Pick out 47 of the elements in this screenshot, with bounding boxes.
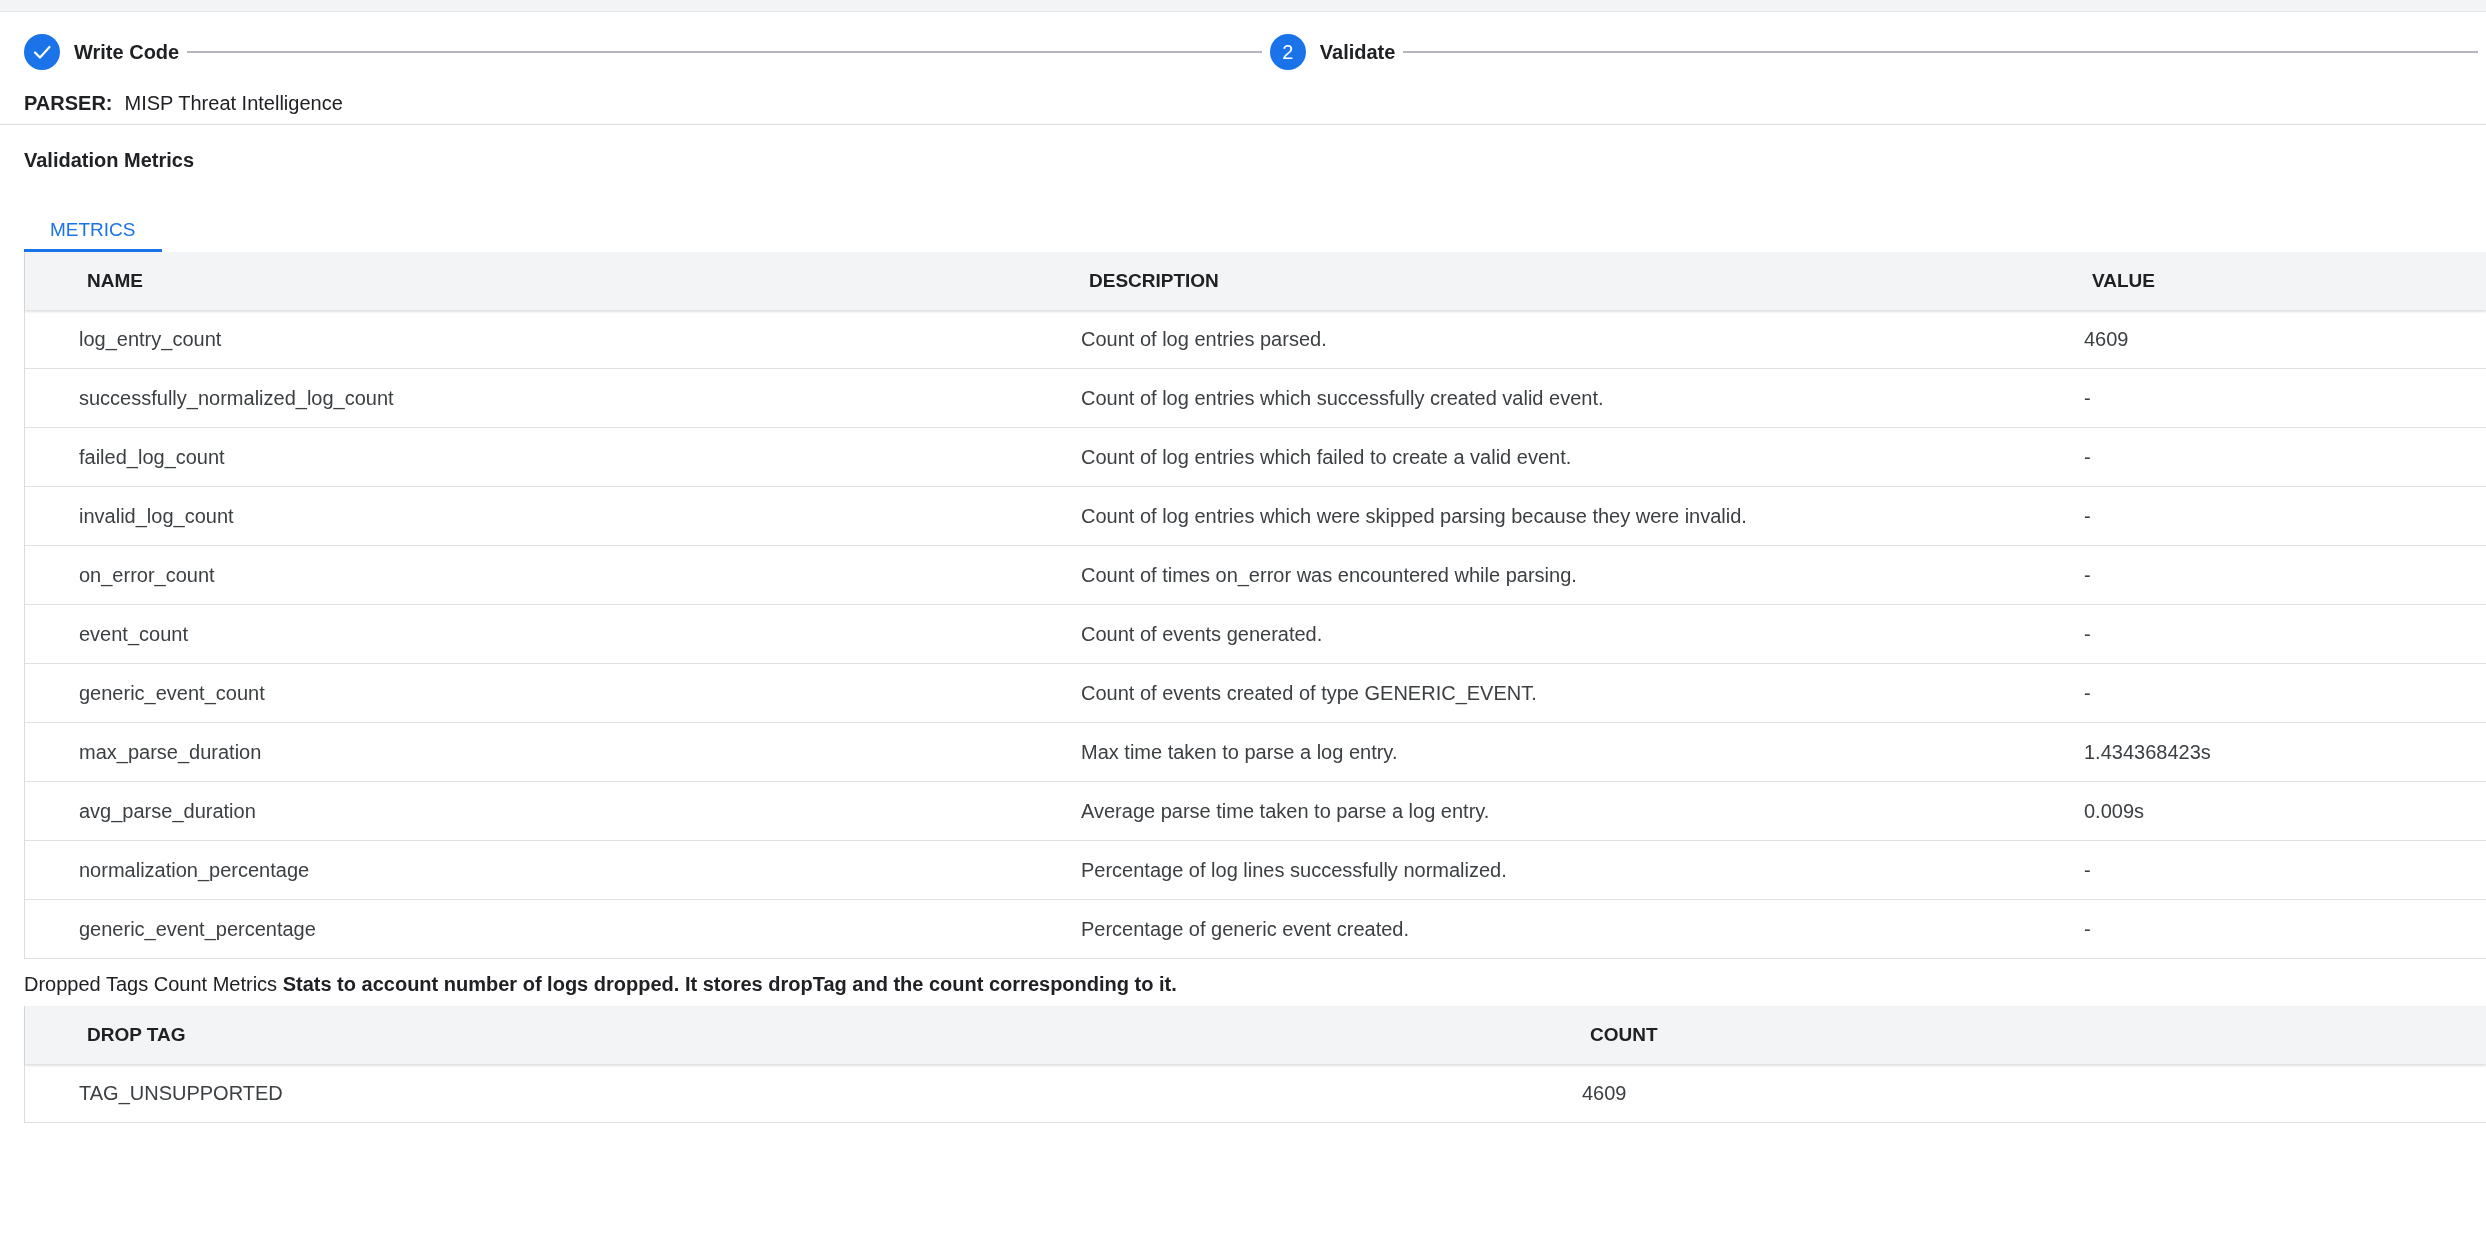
table-cell-text: successfully_normalized_log_count	[78, 386, 395, 410]
table-cell-text: 0.009s	[2083, 799, 2146, 823]
parser-label: PARSER:	[24, 91, 113, 115]
table-cell-text: Count of log entries which were skipped parsing because they were invalid.	[1080, 504, 1748, 528]
table-cell-text: -	[2083, 504, 2092, 528]
step-number: 2	[1269, 34, 1306, 70]
table-cell-text: Count of times on_error was encountered while parsing.	[1080, 563, 1578, 587]
dropped-tags-caption: Dropped Tags Count Metrics Stats to account number of logs dropped. It stores dropTag and the count corresponding to it.	[23, 972, 1178, 997]
table-cell-text: Count of log entries which successfully created valid event.	[1080, 386, 1605, 410]
table-cell-text: normalization_percentage	[78, 858, 311, 882]
table-cell-text: 4609	[1581, 1081, 1628, 1105]
table-cell-text: failed_log_count	[78, 445, 226, 469]
table-cell-text: Count of log entries parsed.	[1080, 327, 1328, 351]
table-cell-text: Average parse time taken to parse a log entry.	[1080, 799, 1491, 823]
step-label: Validate	[1319, 40, 1396, 64]
table-cell-text: -	[2083, 445, 2092, 469]
table-cell-text: -	[2083, 681, 2092, 705]
table-cell-text: Percentage of log lines successfully normalized.	[1080, 858, 1508, 882]
column-header: VALUE	[2091, 270, 2156, 292]
parser-name: MISP Threat Intelligence	[124, 91, 343, 115]
table-cell-text: max_parse_duration	[78, 740, 263, 764]
table-cell-text: on_error_count	[78, 563, 216, 587]
table-cell-text: invalid_log_count	[78, 504, 235, 528]
table-cell-text: event_count	[78, 622, 189, 646]
step-label: Write Code	[74, 40, 180, 64]
table-cell-text: generic_event_percentage	[78, 917, 317, 941]
table-cell-text: Percentage of generic event created.	[1080, 917, 1410, 941]
table-cell-text: avg_parse_duration	[78, 799, 257, 823]
table-cell-text: Count of events created of type GENERIC_EVENT.	[1080, 681, 1538, 705]
table-cell-text: -	[2083, 858, 2092, 882]
table-cell-text: generic_event_count	[78, 681, 266, 705]
section-title: Validation Metrics	[23, 148, 196, 173]
table-cell-text: -	[2083, 917, 2092, 941]
table-cell-text: Count of events generated.	[1080, 622, 1324, 646]
table-cell-text: 1.434368423s	[2083, 740, 2212, 764]
column-header: DROP TAG	[86, 1024, 187, 1046]
table-cell-text: Count of log entries which failed to create a valid event.	[1080, 445, 1573, 469]
column-header: COUNT	[1589, 1024, 1659, 1046]
table-cell-text: -	[2083, 563, 2092, 587]
table-cell-text: -	[2083, 622, 2092, 646]
table-cell-text: 4609	[2083, 327, 2130, 351]
table-cell-text: -	[2083, 386, 2092, 410]
table-cell-text: log_entry_count	[78, 327, 223, 351]
table-cell-text: Max time taken to parse a log entry.	[1080, 740, 1399, 764]
column-header: DESCRIPTION	[1088, 270, 1220, 292]
table-cell-text: TAG_UNSUPPORTED	[78, 1081, 284, 1105]
column-header: NAME	[86, 270, 144, 292]
